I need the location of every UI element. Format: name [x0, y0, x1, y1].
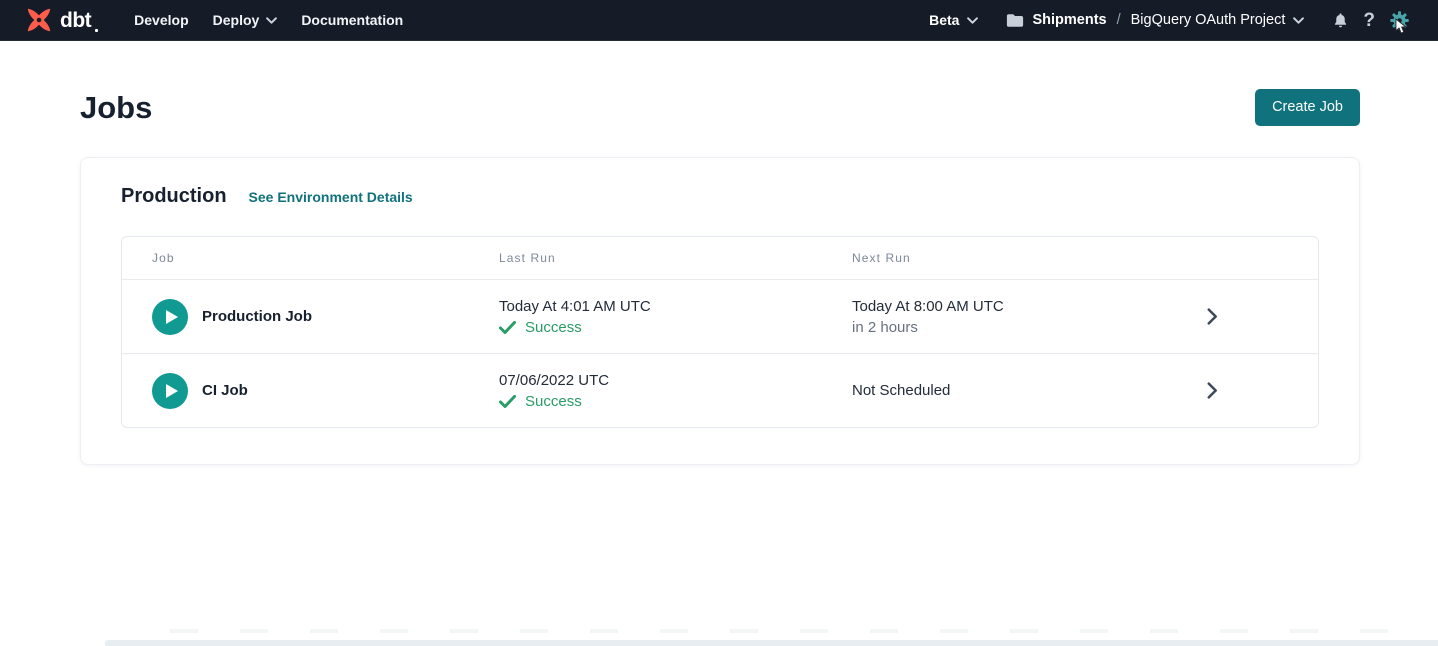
- top-navbar: dbt Develop Deploy Documentation Beta: [0, 0, 1438, 41]
- check-icon: [499, 395, 516, 408]
- brand-name: dbt: [60, 10, 91, 31]
- nav-item-label: Documentation: [301, 12, 403, 28]
- next-run-time: Today At 8:00 AM UTC: [852, 298, 1142, 315]
- nav-item-develop[interactable]: Develop: [134, 12, 188, 28]
- last-run-time: Today At 4:01 AM UTC: [499, 298, 852, 315]
- nav-item-deploy[interactable]: Deploy: [213, 12, 278, 28]
- create-job-button[interactable]: Create Job: [1255, 89, 1360, 126]
- beta-label: Beta: [929, 12, 959, 28]
- page-title: Jobs: [80, 90, 152, 126]
- run-job-play-icon[interactable]: [152, 373, 188, 409]
- chevron-down-icon: [266, 17, 277, 24]
- dbt-logo[interactable]: dbt: [24, 5, 98, 35]
- column-header-last-run: Last Run: [499, 251, 852, 265]
- table-row-production-job[interactable]: Production Job Today At 4:01 AM UTC Succ…: [122, 279, 1318, 353]
- status-badge: Success: [499, 319, 852, 336]
- job-name: Production Job: [202, 308, 312, 325]
- next-run-note: in 2 hours: [852, 319, 1142, 336]
- bell-icon[interactable]: [1332, 11, 1349, 30]
- nav-item-documentation[interactable]: Documentation: [301, 12, 403, 28]
- account-name: Shipments: [1032, 12, 1106, 28]
- mouse-cursor-pointer: [1395, 18, 1408, 40]
- check-icon: [499, 321, 516, 334]
- run-job-play-icon[interactable]: [152, 299, 188, 335]
- column-header-next-run: Next Run: [852, 251, 1142, 265]
- status-badge: Success: [499, 393, 852, 410]
- see-environment-details-link[interactable]: See Environment Details: [249, 189, 413, 205]
- nav-item-label: Deploy: [213, 12, 260, 28]
- page-header: Jobs Create Job: [0, 41, 1438, 126]
- dbt-logo-icon: [24, 5, 54, 35]
- breadcrumb-separator: /: [1117, 12, 1121, 28]
- chevron-down-icon: [1293, 17, 1304, 24]
- nav-item-label: Develop: [134, 12, 188, 28]
- folder-icon: [1006, 13, 1024, 28]
- settings-gear-icon[interactable]: [1389, 10, 1410, 31]
- status-label: Success: [525, 319, 582, 336]
- project-name: BigQuery OAuth Project: [1131, 12, 1286, 28]
- brand-trademark-dot: [95, 29, 98, 32]
- chevron-right-icon[interactable]: [1207, 382, 1218, 399]
- next-run-time: Not Scheduled: [852, 382, 1142, 399]
- jobs-table: Job Last Run Next Run Production Job Tod…: [121, 236, 1319, 428]
- bottom-edge-bar: [105, 640, 1438, 646]
- jobs-table-header: Job Last Run Next Run: [122, 237, 1318, 279]
- project-selector[interactable]: Shipments / BigQuery OAuth Project: [1006, 12, 1304, 28]
- beta-dropdown[interactable]: Beta: [929, 12, 978, 28]
- status-label: Success: [525, 393, 582, 410]
- job-name: CI Job: [202, 382, 248, 399]
- environment-name: Production: [121, 185, 227, 208]
- chevron-down-icon: [967, 17, 978, 24]
- environment-card: Production See Environment Details Job L…: [80, 157, 1360, 465]
- primary-nav: Develop Deploy Documentation: [134, 12, 403, 28]
- help-icon[interactable]: ?: [1363, 11, 1375, 30]
- chevron-right-icon[interactable]: [1207, 308, 1218, 325]
- below-fold-content-hint: [170, 629, 1413, 633]
- help-glyph: ?: [1363, 11, 1375, 30]
- column-header-job: Job: [122, 251, 499, 265]
- last-run-time: 07/06/2022 UTC: [499, 372, 852, 389]
- table-row-ci-job[interactable]: CI Job 07/06/2022 UTC Success Not Schedu…: [122, 353, 1318, 427]
